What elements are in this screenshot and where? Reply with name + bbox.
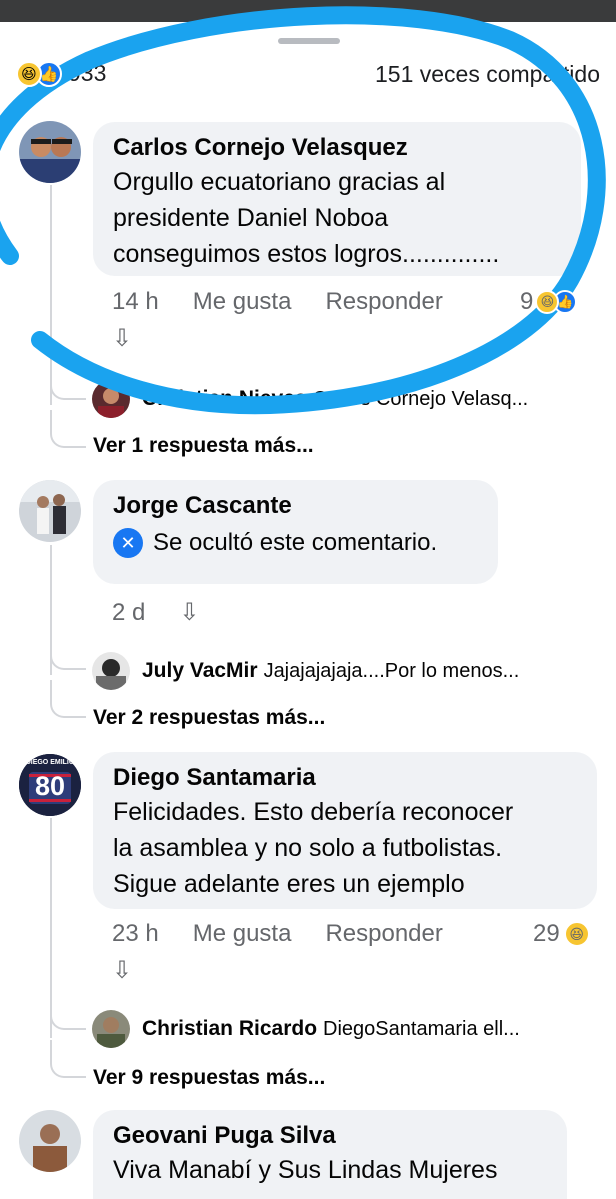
comment-reactions[interactable]: 29 😆	[533, 920, 590, 948]
view-more-replies[interactable]: Ver 2 respuestas más...	[93, 706, 325, 730]
reply-text: Jajajajajaja....Por lo menos...	[263, 659, 520, 682]
comment-author[interactable]: Jorge Cascante	[113, 490, 478, 522]
thread-connector	[50, 640, 86, 670]
sheet-drag-handle[interactable]	[278, 38, 340, 44]
comment-text: Felicidades. Esto debería reconocer la a…	[113, 798, 514, 898]
avatar[interactable]	[19, 480, 81, 542]
comment-actions: 14 h Me gusta Responder	[112, 288, 477, 316]
thread-connector	[50, 1000, 86, 1030]
reply-preview[interactable]: Christian Ricardo DiegoSantamaria ell...	[92, 1010, 602, 1048]
reactions-summary[interactable]: 😆 👍 933	[16, 60, 106, 87]
avatar	[92, 1010, 130, 1048]
comment-bubble[interactable]: Diego Santamaria Felicidades. Esto deber…	[93, 752, 597, 909]
avatar[interactable]	[19, 1110, 81, 1172]
down-arrow-icon[interactable]: ⇩	[112, 956, 132, 985]
like-button[interactable]: Me gusta	[193, 920, 292, 948]
comment-reaction-count: 29	[533, 920, 560, 947]
comment-author[interactable]: Diego Santamaria	[113, 762, 577, 794]
avatar-jersey-caption: DIEGO EMILIO	[25, 759, 75, 766]
top-status-bar	[0, 0, 616, 22]
comment-bubble[interactable]: Jorge Cascante ✕ Se ocultó este comentar…	[93, 480, 498, 584]
comment-bubble[interactable]: Carlos Cornejo Velasquez Orgullo ecuator…	[93, 122, 581, 276]
comment-reaction-count: 9	[520, 288, 534, 315]
hidden-comment-icon: ✕	[113, 528, 143, 558]
post-stats-bar: 😆 👍 933 151 veces compartido	[16, 58, 600, 90]
reply-preview[interactable]: July VacMir Jajajajajaja....Por lo menos…	[92, 652, 602, 690]
reply-author[interactable]: July VacMir	[142, 659, 258, 683]
avatar[interactable]	[19, 121, 81, 183]
comment-reactions[interactable]: 9 😆 👍	[520, 288, 578, 316]
reply-preview[interactable]: Christian Nieves Carlos Cornejo Velasq..…	[92, 380, 602, 418]
thread-connector	[50, 370, 86, 400]
down-arrow-icon[interactable]: ⇩	[112, 324, 132, 353]
comment-time: 23 h	[112, 920, 159, 947]
avatar[interactable]: DIEGO EMILIO 80	[19, 754, 81, 816]
reply-button[interactable]: Responder	[325, 288, 442, 316]
reply-author[interactable]: Christian Ricardo	[142, 1017, 317, 1041]
view-more-replies[interactable]: Ver 1 respuesta más...	[93, 434, 314, 458]
comment-time: 14 h	[112, 288, 159, 315]
view-more-replies[interactable]: Ver 9 respuestas más...	[93, 1066, 325, 1090]
thread-connector	[50, 680, 86, 718]
hidden-comment-notice: ✕ Se ocultó este comentario.	[113, 528, 478, 558]
thread-connector	[50, 410, 86, 448]
comment-bubble[interactable]: Geovani Puga Silva Viva Manabí y Sus Lin…	[93, 1110, 567, 1199]
reaction-count: 933	[68, 60, 107, 86]
comment-time: 2 d	[112, 598, 146, 626]
reply-text: DiegoSantamaria ell...	[323, 1017, 520, 1040]
comment-text: Orgullo ecuatoriano gracias al president…	[113, 168, 500, 268]
reply-author[interactable]: Christian Nieves	[142, 387, 307, 411]
avatar-jersey-number: 80	[34, 771, 66, 801]
thread-connector	[50, 1040, 86, 1078]
comment-text: Viva Manabí y Sus Lindas Mujeres	[113, 1156, 498, 1184]
comment-actions: 23 h Me gusta Responder	[112, 920, 477, 948]
comment-author[interactable]: Geovani Puga Silva	[113, 1120, 547, 1152]
reply-text: Carlos Cornejo Velasq...	[312, 387, 529, 410]
avatar	[92, 380, 130, 418]
shares-count[interactable]: 151 veces compartido	[375, 61, 600, 88]
down-arrow-icon[interactable]: ⇩	[179, 598, 199, 627]
comment-actions: 2 d ⇩	[112, 598, 233, 627]
reply-button[interactable]: Responder	[325, 920, 442, 948]
haha-reaction-icon: 😆	[563, 921, 590, 947]
like-button[interactable]: Me gusta	[193, 288, 292, 316]
haha-reaction-icon: 😆	[16, 60, 42, 87]
hidden-comment-text: Se ocultó este comentario.	[153, 529, 438, 556]
comment-author[interactable]: Carlos Cornejo Velasquez	[113, 132, 561, 164]
avatar	[92, 652, 130, 690]
